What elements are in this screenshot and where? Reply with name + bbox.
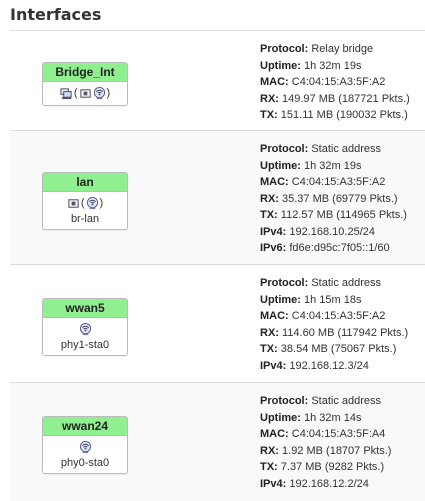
protocol-value: Static address bbox=[311, 395, 382, 407]
wired-port-icon bbox=[68, 198, 79, 208]
interface-name: wwan5 bbox=[43, 299, 127, 318]
wired-port-icon bbox=[79, 88, 91, 98]
interface-icons bbox=[45, 321, 125, 337]
interface-row-wwan24: wwan24 phy0-sta0 Protocol: Static addres… bbox=[10, 383, 425, 501]
interface-details: Protocol: Static address Uptime: 1h 32m … bbox=[260, 395, 392, 490]
wireless-icon bbox=[79, 322, 91, 335]
wireless-icon bbox=[79, 440, 91, 453]
interface-badge-wwan24[interactable]: wwan24 phy0-sta0 bbox=[42, 416, 128, 474]
interface-icons: ( ) bbox=[45, 85, 125, 101]
rx-value: 114.60 MB (117942 Pkts.) bbox=[282, 326, 409, 339]
tx-value: 38.54 MB (75067 Pkts.) bbox=[280, 343, 397, 355]
tx-value: 151.11 MB (190032 Pkts.) bbox=[280, 109, 408, 121]
protocol-value: Relay bridge bbox=[311, 43, 374, 55]
interfaces-table: Bridge_Int () Protocol: Relay bridge Up… bbox=[10, 30, 425, 501]
interface-icons: ( ) bbox=[45, 195, 125, 211]
rx-value: 149.97 MB (187721 Pkts.) bbox=[282, 92, 410, 105]
interface-name: lan bbox=[43, 173, 127, 192]
mac-value: C4:04:15:A3:5F:A2 bbox=[291, 310, 386, 322]
wireless-icon bbox=[86, 196, 98, 209]
page-title: Interfaces bbox=[10, 5, 102, 24]
uptime-value: 1h 32m 19s bbox=[304, 59, 362, 72]
device-name: phy0-sta0 bbox=[60, 457, 110, 469]
wireless-icon bbox=[93, 86, 105, 99]
interface-details: Protocol: Static address Uptime: 1h 15m … bbox=[260, 277, 409, 372]
ipv6-value: fd6e:d95c:7f05::1/60 bbox=[289, 242, 390, 254]
interface-details: Protocol: Static address Uptime: 1h 32m … bbox=[260, 143, 407, 254]
ipv4-value: 192.168.12.3/24 bbox=[289, 359, 369, 372]
interface-details: Protocol: Relay bridge Uptime: 1h 32m 19… bbox=[260, 43, 410, 121]
device-name: br-lan bbox=[70, 213, 100, 225]
interface-icons bbox=[45, 439, 125, 455]
mac-value: C4:04:15:A3:5F:A4 bbox=[291, 428, 386, 440]
interface-row-bridge-int: Bridge_Int () Protocol: Relay bridge Up… bbox=[10, 31, 425, 131]
protocol-value: Static address bbox=[311, 143, 382, 155]
rx-value: 35.37 MB (69779 Pkts.) bbox=[282, 192, 398, 205]
device-name: phy1-sta0 bbox=[60, 339, 110, 351]
rx-value: 1.92 MB (18707 Pkts.) bbox=[282, 444, 392, 457]
tx-value: 7.37 MB (9282 Pkts.) bbox=[280, 461, 385, 473]
mac-value: C4:04:15:A3:5F:A2 bbox=[291, 76, 386, 88]
interface-badge-bridge-int[interactable]: Bridge_Int () bbox=[42, 62, 128, 106]
interface-row-lan: lan () br-lan Protocol: Static address … bbox=[10, 131, 425, 265]
uptime-value: 1h 32m 19s bbox=[304, 159, 362, 172]
protocol-value: Static address bbox=[311, 277, 382, 289]
interface-badge-wwan5[interactable]: wwan5 phy1-sta0 bbox=[42, 298, 128, 356]
tx-value: 112.57 MB (114965 Pkts.) bbox=[280, 209, 407, 221]
uptime-value: 1h 32m 14s bbox=[304, 411, 362, 424]
interface-name: Bridge_Int bbox=[43, 63, 127, 82]
bridge-icon bbox=[60, 87, 72, 99]
mac-value: C4:04:15:A3:5F:A2 bbox=[291, 176, 386, 188]
ipv4-value: 192.168.12.2/24 bbox=[289, 477, 369, 490]
ipv4-value: 192.168.10.25/24 bbox=[289, 225, 375, 238]
uptime-value: 1h 15m 18s bbox=[304, 293, 362, 306]
interface-badge-lan[interactable]: lan () br-lan bbox=[42, 172, 128, 230]
interface-name: wwan24 bbox=[43, 417, 127, 436]
interface-row-wwan5: wwan5 phy1-sta0 Protocol: Static address… bbox=[10, 265, 425, 383]
